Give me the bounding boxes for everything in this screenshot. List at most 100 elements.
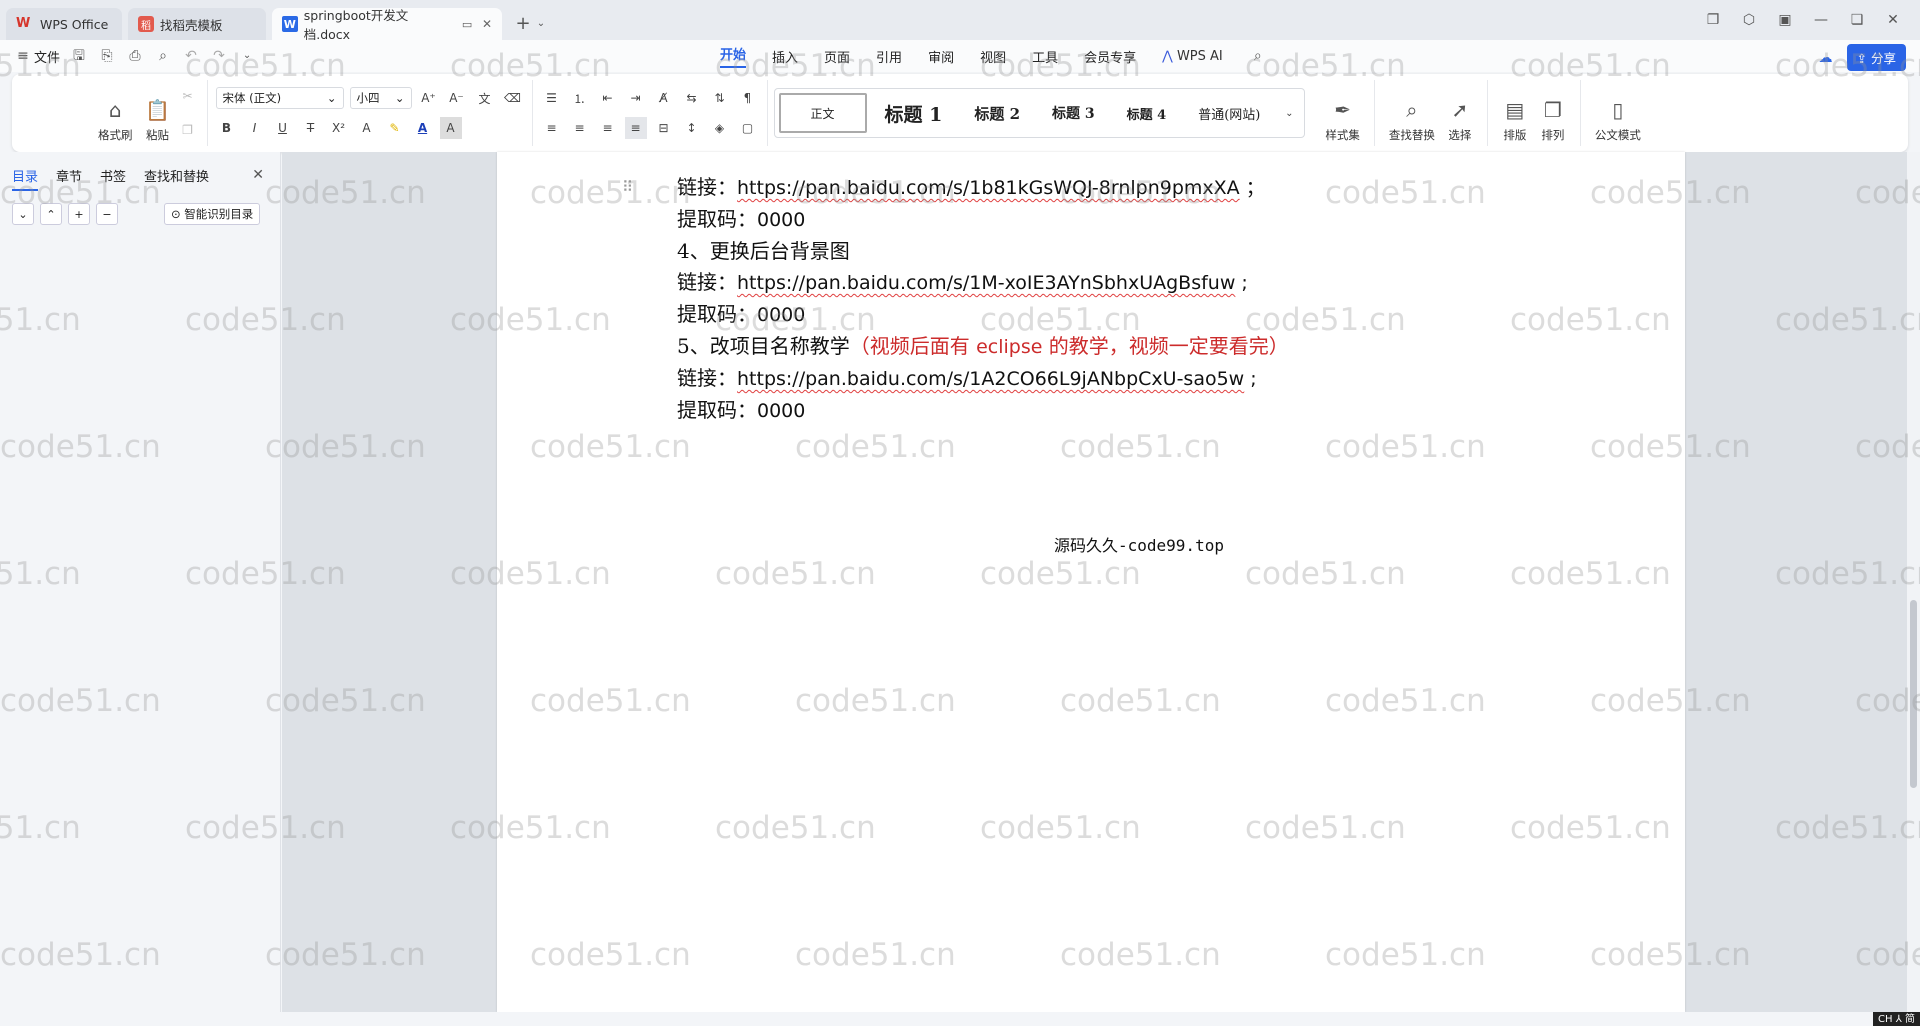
style-set-button[interactable]: ✒ 样式集 xyxy=(1319,83,1366,143)
bold-icon[interactable]: B xyxy=(216,117,238,139)
tab-member[interactable]: 会员专享 xyxy=(1084,47,1136,66)
close-tab-icon[interactable]: ✕ xyxy=(482,17,492,31)
tab-document[interactable]: W springboot开发文档.docx ▭ ✕ xyxy=(272,8,502,42)
print-icon[interactable]: ⎙ xyxy=(126,47,144,65)
line-spacing-icon[interactable]: ↕ xyxy=(681,117,703,139)
font-color-icon[interactable]: A xyxy=(412,117,434,139)
tab-bookmarks[interactable]: 书签 xyxy=(100,166,126,191)
hamburger-icon[interactable]: ≡ xyxy=(14,47,32,65)
tab-reference[interactable]: 引用 xyxy=(876,47,902,66)
align-center-icon[interactable]: ≡ xyxy=(569,117,591,139)
document-page[interactable]: ⠿ 链接：https://pan.baidu.com/s/1b81kGsWQJ-… xyxy=(497,152,1685,1012)
chevron-down-icon[interactable]: ⌄ xyxy=(238,47,256,65)
align-right-icon[interactable]: ≡ xyxy=(597,117,619,139)
select-button[interactable]: ➚ 选择 xyxy=(1441,83,1479,143)
drag-handle-icon[interactable]: ⠿ xyxy=(622,178,633,196)
tab-tools[interactable]: 工具 xyxy=(1032,47,1058,66)
font-size-select[interactable]: 小四 ⌄ xyxy=(349,87,412,109)
style-heading-4[interactable]: 标题 4 xyxy=(1113,93,1181,133)
border-icon[interactable]: ▢ xyxy=(737,117,759,139)
tile-icon[interactable]: ❐ xyxy=(1704,11,1722,29)
remove-icon[interactable]: − xyxy=(96,203,118,225)
collapse-up-icon[interactable]: ⌃ xyxy=(40,203,62,225)
style-heading-1[interactable]: 标题 1 xyxy=(871,93,957,133)
tab-toc[interactable]: 目录 xyxy=(12,166,39,191)
avatar[interactable]: ▣ xyxy=(1776,11,1794,29)
style-heading-2[interactable]: 标题 2 xyxy=(960,93,1034,133)
chinese-layout-icon[interactable]: A̸ xyxy=(653,87,675,109)
font-name-select[interactable]: 宋体 (正文) ⌄ xyxy=(215,87,344,109)
grow-font-icon[interactable]: A⁺ xyxy=(418,87,440,109)
style-web-normal[interactable]: 普通(网站) xyxy=(1184,93,1274,133)
tab-chapters[interactable]: 章节 xyxy=(56,166,82,191)
scrollbar-thumb[interactable] xyxy=(1910,600,1917,788)
paste-button[interactable]: 📋 粘贴 xyxy=(139,83,177,143)
official-mode-button[interactable]: ▯ 公文模式 xyxy=(1589,83,1647,143)
shrink-font-icon[interactable]: A⁻ xyxy=(446,87,468,109)
add-icon[interactable]: + xyxy=(68,203,90,225)
minimize-icon[interactable]: — xyxy=(1812,11,1830,29)
docer-icon: 稻 xyxy=(138,16,154,32)
redo-icon[interactable]: ↷ xyxy=(210,47,228,65)
text-effect-icon[interactable]: A xyxy=(356,117,378,139)
align-left-icon[interactable]: ≡ xyxy=(541,117,563,139)
italic-icon[interactable]: I xyxy=(244,117,266,139)
restore-icon[interactable]: ❏ xyxy=(1848,11,1866,29)
cloud-upload-icon[interactable]: ☁ xyxy=(1817,49,1835,67)
style-normal[interactable]: 正文 xyxy=(778,93,867,133)
close-icon[interactable]: ✕ xyxy=(249,166,267,184)
char-shading-icon[interactable]: A xyxy=(439,117,462,139)
close-window-icon[interactable]: ✕ xyxy=(1884,11,1902,29)
tab-home[interactable]: 开始 xyxy=(720,44,747,68)
increase-indent-icon[interactable]: ⇥ xyxy=(625,87,647,109)
decrease-indent-icon[interactable]: ⇤ xyxy=(597,87,619,109)
highlight-icon[interactable]: ✎ xyxy=(384,117,406,139)
clear-format-icon[interactable]: ⌫ xyxy=(502,87,524,109)
ai-toc-button[interactable]: ⊙ 智能识别目录 xyxy=(164,203,261,225)
find-replace-button[interactable]: ⌕ 查找替换 xyxy=(1383,83,1441,143)
chevron-down-icon[interactable]: ⌄ xyxy=(532,15,550,33)
search-icon[interactable]: ⌕ xyxy=(1249,47,1267,65)
arrange-button[interactable]: ❐ 排列 xyxy=(1534,83,1572,143)
input-method-indicator[interactable]: CH ⅄ 简 xyxy=(1873,1012,1920,1026)
copy-icon[interactable]: ❐ xyxy=(177,119,199,141)
print-preview-icon[interactable]: ⌕ xyxy=(154,47,172,65)
tab-docer[interactable]: 稻 找稻壳模板 xyxy=(128,8,266,40)
format-painter-button[interactable]: ⌂ 格式刷 xyxy=(92,83,139,143)
shading-icon[interactable]: ◈ xyxy=(709,117,731,139)
wps-ai-button[interactable]: ⋀ WPS AI xyxy=(1162,49,1223,64)
tab-review[interactable]: 审阅 xyxy=(928,47,954,66)
tab-wps-office[interactable]: W WPS Office xyxy=(6,8,122,40)
chevron-down-icon[interactable]: ⌄ xyxy=(1278,102,1300,124)
text-direction-icon[interactable]: ⇆ xyxy=(681,87,703,109)
distribute-icon[interactable]: ⊟ xyxy=(653,117,675,139)
export-pdf-icon[interactable]: ⎘ xyxy=(98,47,116,65)
save-icon[interactable]: 🖫 xyxy=(70,47,88,65)
layout-button[interactable]: ▤ 排版 xyxy=(1496,83,1534,143)
justify-icon[interactable]: ≡ xyxy=(624,117,647,139)
new-tab-icon[interactable]: + xyxy=(514,15,532,33)
tab-insert[interactable]: 插入 xyxy=(772,47,798,66)
undo-icon[interactable]: ↶ xyxy=(182,47,200,65)
tab-find-replace[interactable]: 查找和替换 xyxy=(144,166,209,191)
cut-icon[interactable]: ✂ xyxy=(177,85,199,107)
document-body[interactable]: 链接：https://pan.baidu.com/s/1b81kGsWQJ-8r… xyxy=(677,172,1289,555)
vertical-scrollbar[interactable] xyxy=(1907,152,1920,1012)
tab-view[interactable]: 视图 xyxy=(980,47,1006,66)
sort-icon[interactable]: ⇅ xyxy=(709,87,731,109)
expand-down-icon[interactable]: ⌄ xyxy=(12,203,34,225)
monitor-icon[interactable]: ▭ xyxy=(458,15,476,33)
share-button[interactable]: ⇪ 分享 xyxy=(1846,44,1906,71)
show-marks-icon[interactable]: ¶ xyxy=(737,87,759,109)
cube-icon[interactable]: ⬡ xyxy=(1740,11,1758,29)
bullet-list-icon[interactable]: ☰ xyxy=(541,87,563,109)
file-menu[interactable]: 文件 xyxy=(34,47,60,66)
text: 提取码： xyxy=(677,302,757,326)
underline-icon[interactable]: U xyxy=(272,117,294,139)
style-heading-3[interactable]: 标题 3 xyxy=(1038,93,1109,133)
numbered-list-icon[interactable]: ⒈ xyxy=(569,87,591,109)
phonetic-icon[interactable]: 文 xyxy=(474,87,496,109)
strikethrough-icon[interactable]: T xyxy=(300,117,322,139)
superscript-icon[interactable]: X² xyxy=(328,117,350,139)
tab-page[interactable]: 页面 xyxy=(824,47,850,66)
